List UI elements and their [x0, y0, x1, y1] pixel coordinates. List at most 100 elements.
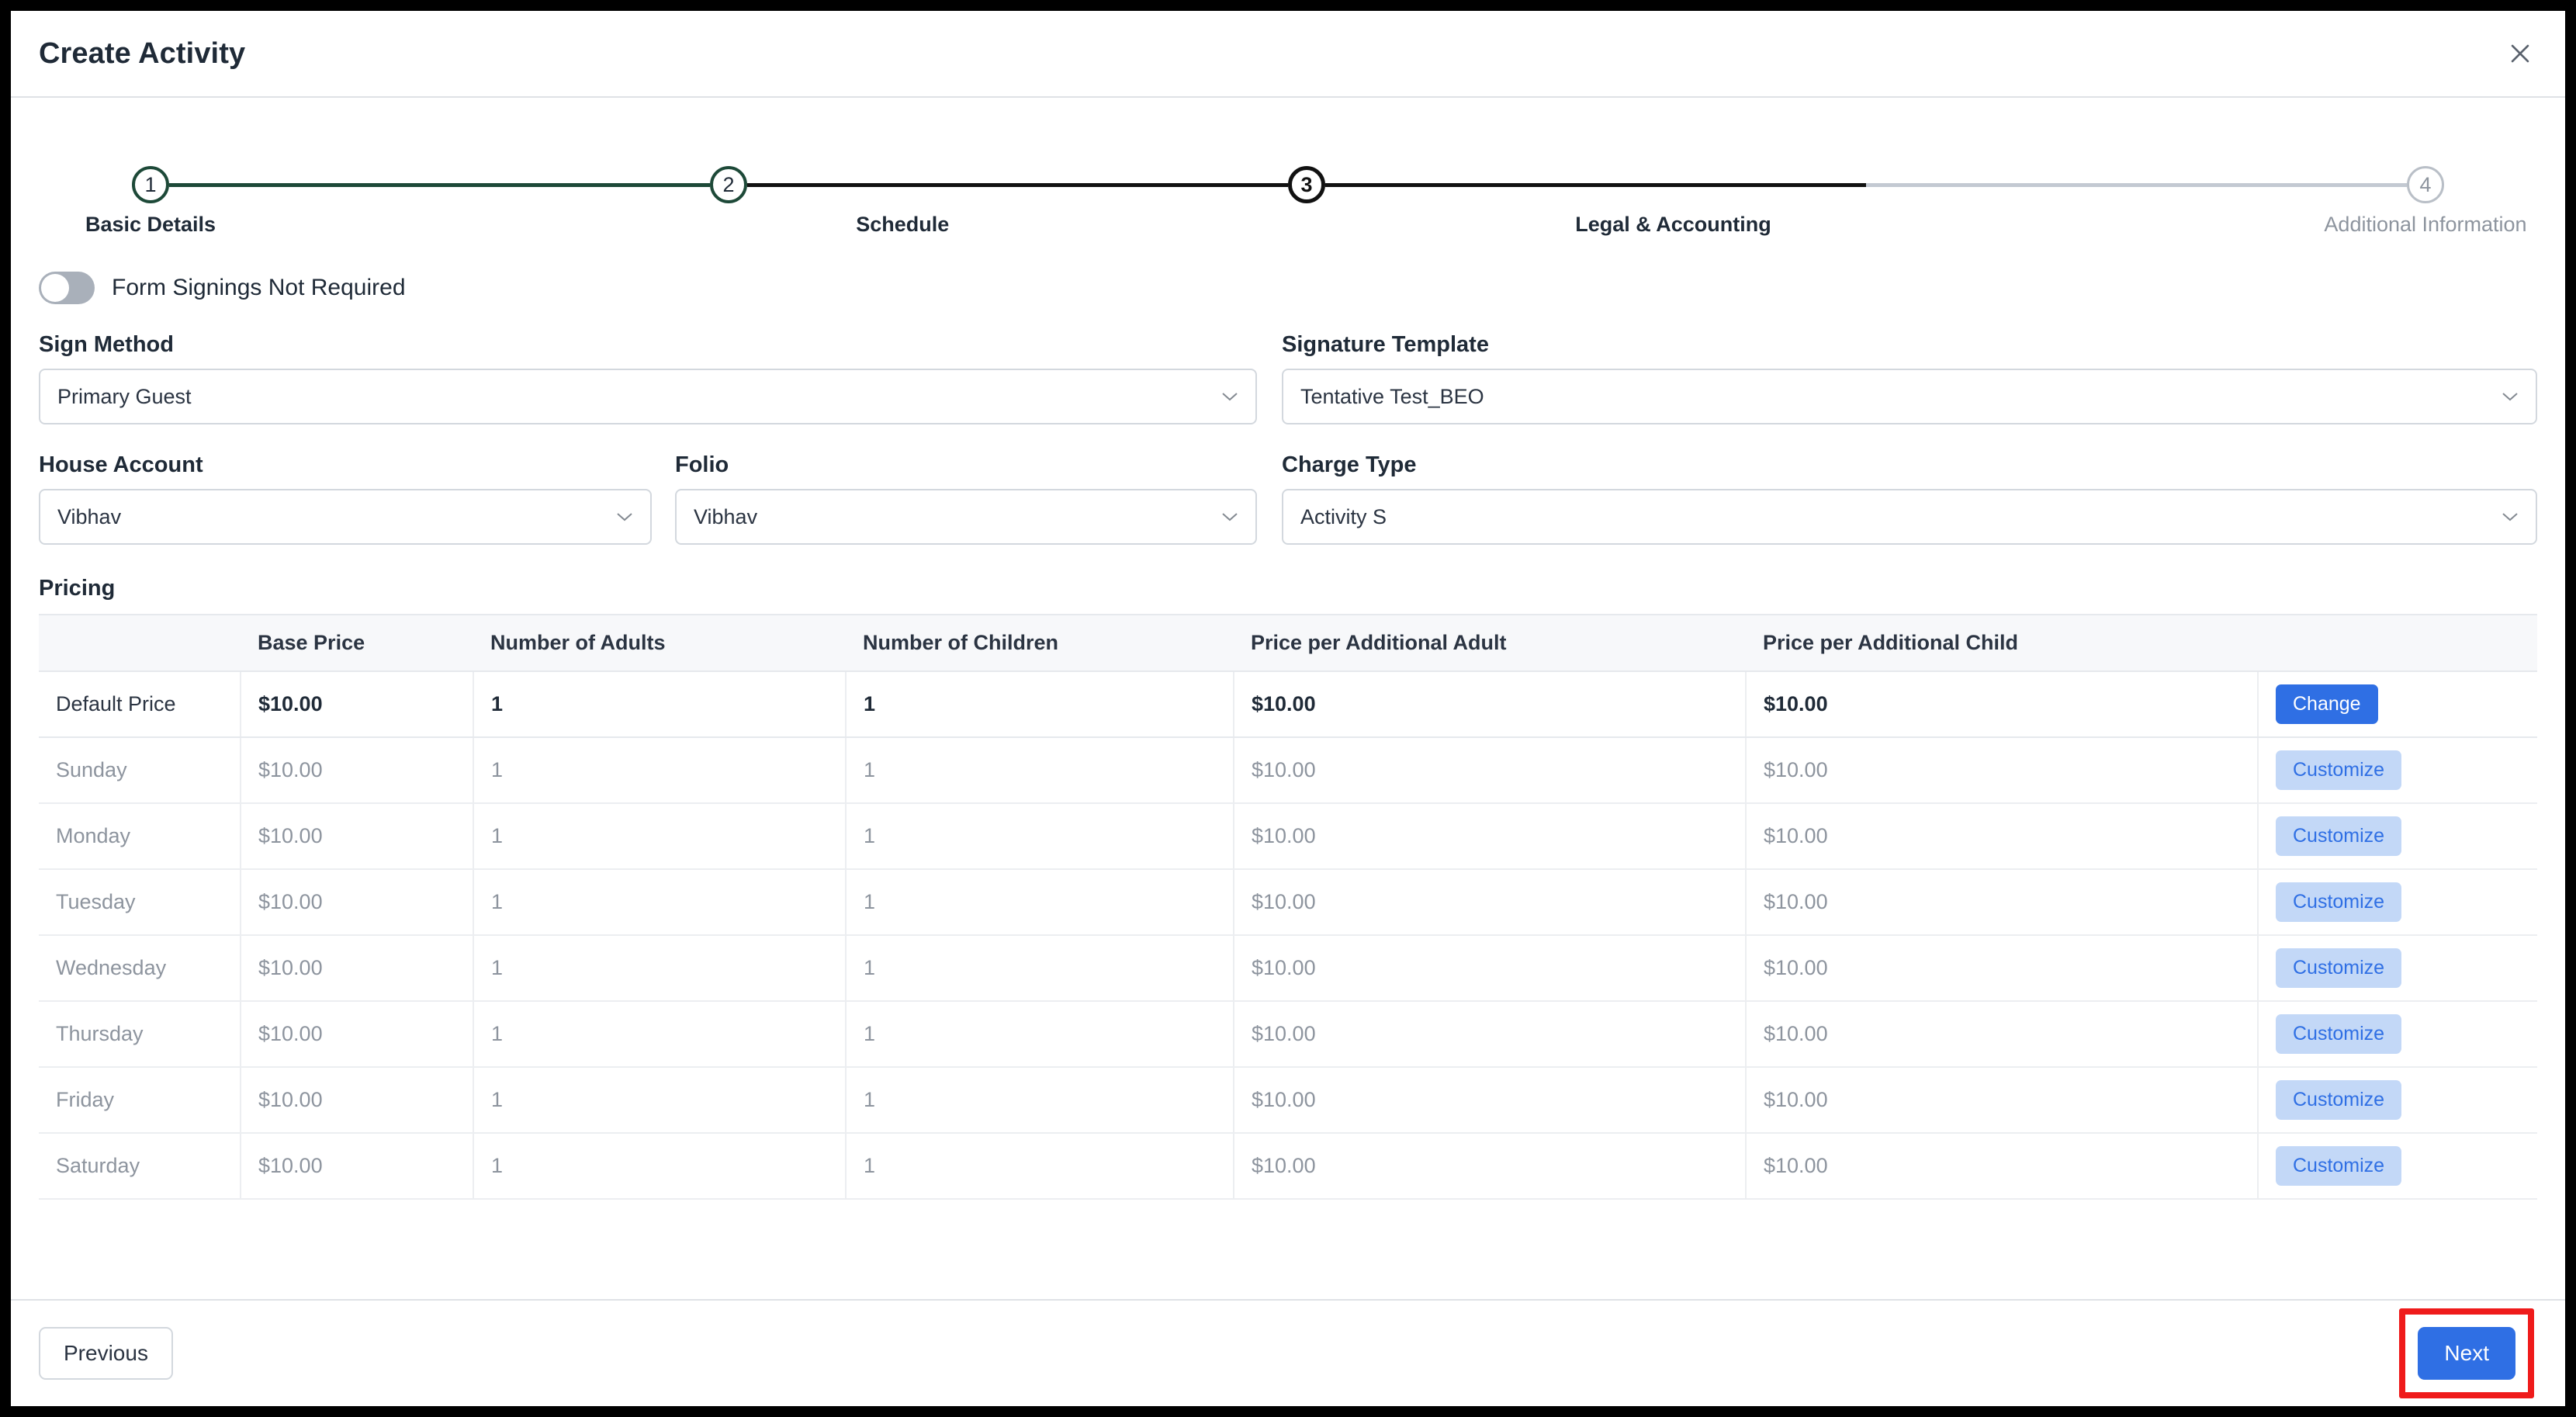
toggle-knob — [41, 274, 69, 302]
charge-type-select[interactable]: Activity S — [1282, 489, 2537, 545]
table-row: Monday $10.00 1 1 $10.00 $10.00 Customize — [39, 803, 2537, 870]
modal-header: Create Activity — [11, 11, 2565, 98]
cell-num-adults: 1 — [473, 671, 847, 738]
cell-action: Customize — [2258, 803, 2537, 870]
form-gap — [1257, 452, 1282, 545]
sign-method-label: Sign Method — [39, 332, 174, 357]
cell-base-price: $10.00 — [241, 737, 474, 804]
signature-template-value: Tentative Test_BEO — [1300, 384, 1484, 408]
table-row: Wednesday $10.00 1 1 $10.00 $10.00 Customize — [39, 935, 2537, 1002]
cell-price-additional-adult: $10.00 — [1234, 1133, 1747, 1200]
cell-num-children: 1 — [846, 671, 1234, 738]
cell-price-additional-adult: $10.00 — [1234, 671, 1747, 738]
chevron-down-icon — [1222, 513, 1238, 521]
customize-price-button[interactable]: Customize — [2276, 882, 2402, 922]
form-gap — [652, 452, 675, 545]
form-gap — [1257, 332, 1282, 424]
charge-type-group: Charge Type Activity S — [1282, 452, 2537, 545]
pricing-table-head: Base Price Number of Adults Number of Ch… — [39, 614, 2537, 672]
cell-num-children: 1 — [846, 1133, 1234, 1200]
cell-base-price: $10.00 — [241, 1067, 474, 1134]
charge-type-label: Charge Type — [1282, 452, 1417, 477]
step-line-3-4b — [1866, 182, 2407, 187]
cell-price-additional-adult: $10.00 — [1234, 935, 1747, 1002]
table-row: Tuesday $10.00 1 1 $10.00 $10.00 Customize — [39, 869, 2537, 936]
chevron-down-icon — [1222, 393, 1238, 401]
cell-row-label: Friday — [39, 1067, 241, 1134]
cell-action: Change — [2258, 671, 2537, 738]
close-icon[interactable] — [2498, 32, 2542, 75]
cell-price-additional-adult: $10.00 — [1234, 737, 1747, 804]
cell-num-children: 1 — [846, 1067, 1234, 1134]
cell-base-price: $10.00 — [241, 671, 474, 738]
folio-select[interactable]: Vibhav — [675, 489, 1257, 545]
cell-price-additional-adult: $10.00 — [1234, 1067, 1747, 1134]
col-header-base-price: Base Price — [241, 614, 473, 672]
cell-row-label: Default Price — [39, 671, 241, 738]
cell-num-adults: 1 — [473, 869, 847, 936]
modal-body: 1 2 3 4 Basic Details Schedule Legal & A… — [11, 98, 2565, 1299]
chevron-down-icon — [2502, 513, 2518, 521]
step-label-schedule: Schedule — [856, 213, 950, 236]
step-number-2: 2 — [722, 172, 735, 196]
change-price-button[interactable]: Change — [2276, 684, 2378, 724]
cell-num-children: 1 — [846, 737, 1234, 804]
signature-template-select[interactable]: Tentative Test_BEO — [1282, 369, 2537, 424]
cell-base-price: $10.00 — [241, 1001, 474, 1068]
signature-template-group: Signature Template Tentative Test_BEO — [1282, 332, 2537, 424]
next-button[interactable]: Next — [2418, 1327, 2515, 1380]
customize-price-button[interactable]: Customize — [2276, 1146, 2402, 1186]
step-node-4[interactable]: 4 — [2407, 166, 2444, 203]
cell-base-price: $10.00 — [241, 1133, 474, 1200]
step-label-legal-accounting: Legal & Accounting — [1575, 213, 1771, 236]
step-node-2[interactable]: 2 — [710, 166, 747, 203]
cell-action: Customize — [2258, 935, 2537, 1002]
cell-num-children: 1 — [846, 869, 1234, 936]
cell-price-additional-child: $10.00 — [1746, 737, 2259, 804]
cell-row-label: Wednesday — [39, 935, 241, 1002]
page-title: Create Activity — [39, 36, 246, 70]
customize-price-button[interactable]: Customize — [2276, 948, 2402, 988]
table-header-row: Base Price Number of Adults Number of Ch… — [39, 614, 2537, 672]
house-account-select[interactable]: Vibhav — [39, 489, 652, 545]
stepper-track: 1 2 3 4 — [132, 166, 2444, 203]
step-number-4: 4 — [2419, 172, 2432, 196]
customize-price-button[interactable]: Customize — [2276, 816, 2402, 856]
table-row: Thursday $10.00 1 1 $10.00 $10.00 Customize — [39, 1001, 2537, 1068]
customize-price-button[interactable]: Customize — [2276, 1014, 2402, 1054]
cell-num-adults: 1 — [473, 1133, 847, 1200]
col-header-num-children: Number of Children — [846, 614, 1234, 672]
step-line-1-2 — [169, 182, 710, 187]
cell-num-adults: 1 — [473, 803, 847, 870]
col-header-price-adult: Price per Additional Adult — [1234, 614, 1746, 672]
col-header-num-adults: Number of Adults — [473, 614, 846, 672]
sign-method-select[interactable]: Primary Guest — [39, 369, 1257, 424]
sign-method-value: Primary Guest — [57, 384, 192, 408]
cell-price-additional-child: $10.00 — [1746, 1133, 2259, 1200]
form-signings-toggle[interactable] — [39, 272, 95, 304]
cell-num-adults: 1 — [473, 737, 847, 804]
next-button-highlight-annotation: Next — [2399, 1308, 2534, 1398]
stepper: 1 2 3 4 Basic Details Schedule Legal & A… — [85, 138, 2527, 237]
sign-method-group: Sign Method Primary Guest — [39, 332, 1257, 424]
col-header-price-child: Price per Additional Child — [1746, 614, 2258, 672]
step-node-1[interactable]: 1 — [132, 166, 169, 203]
customize-price-button[interactable]: Customize — [2276, 750, 2402, 790]
house-account-label: House Account — [39, 452, 203, 477]
chevron-down-icon — [2502, 393, 2518, 401]
cell-action: Customize — [2258, 1133, 2537, 1200]
cell-price-additional-child: $10.00 — [1746, 869, 2259, 936]
table-row: Default Price $10.00 1 1 $10.00 $10.00 Change — [39, 671, 2537, 738]
modal-footer: Previous Next — [11, 1299, 2565, 1406]
cell-action: Customize — [2258, 1001, 2537, 1068]
pricing-table: Base Price Number of Adults Number of Ch… — [39, 614, 2537, 1200]
step-node-3[interactable]: 3 — [1288, 166, 1325, 203]
create-activity-modal: Create Activity 1 2 3 4 Basic Details Sc… — [11, 11, 2565, 1406]
cell-row-label: Saturday — [39, 1133, 241, 1200]
chevron-down-icon — [617, 513, 632, 521]
step-label-additional-information: Additional Information — [2324, 213, 2527, 236]
cell-price-additional-adult: $10.00 — [1234, 869, 1747, 936]
previous-button[interactable]: Previous — [39, 1327, 173, 1380]
cell-row-label: Thursday — [39, 1001, 241, 1068]
customize-price-button[interactable]: Customize — [2276, 1080, 2402, 1120]
